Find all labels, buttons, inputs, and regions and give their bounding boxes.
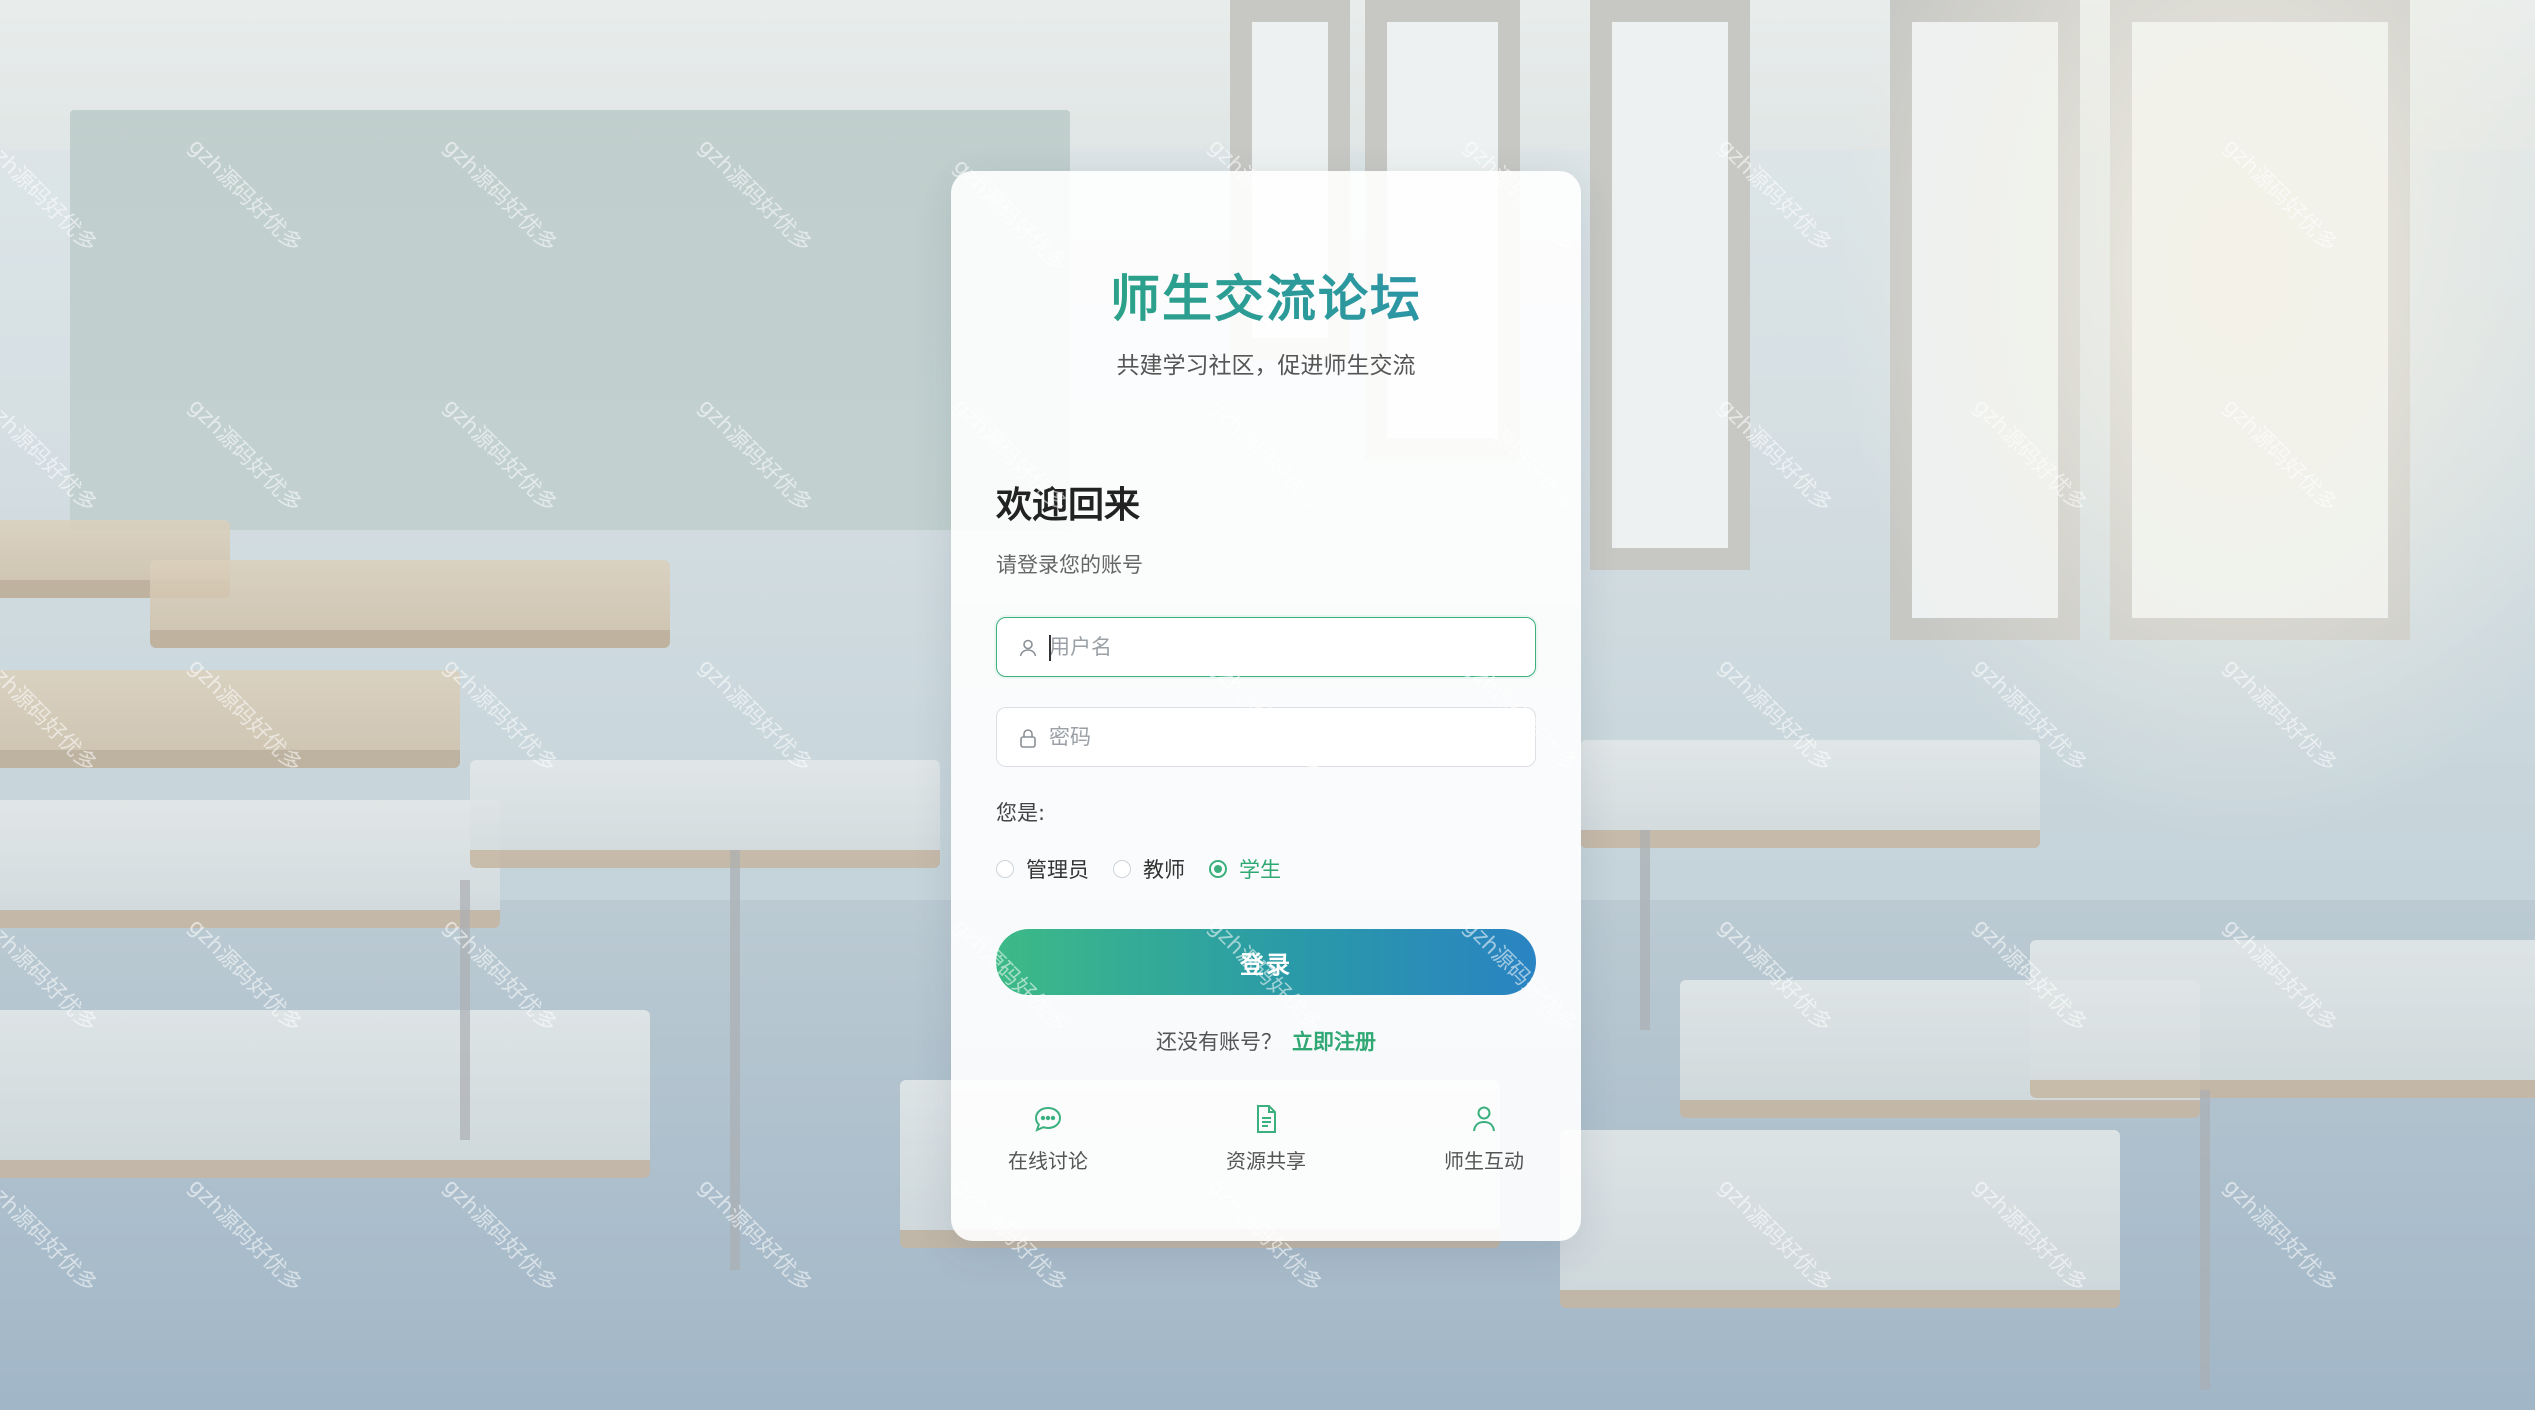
user-icon: [1017, 637, 1039, 659]
feature-list: 在线讨论 资源共享 师生互动: [951, 1103, 1581, 1203]
text-caret: [1049, 635, 1051, 661]
brand-title: 师生交流论坛: [951, 259, 1581, 331]
username-input[interactable]: [1049, 618, 1519, 676]
radio-circle-checked[interactable]: [1209, 860, 1227, 878]
welcome-subheading: 请登录您的账号: [996, 553, 1143, 577]
role-label-admin: 管理员: [1026, 858, 1089, 882]
login-card: 师生交流论坛 共建学习社区，促进师生交流 欢迎回来 请登录您的账号 用户名 您是…: [951, 171, 1581, 1241]
document-icon: [1250, 1103, 1282, 1135]
role-radio-admin[interactable]: 管理员: [996, 854, 1089, 884]
person-icon: [1468, 1103, 1500, 1135]
register-link[interactable]: 立即注册: [1292, 1030, 1376, 1054]
feature-resource-sharing: 资源共享: [1186, 1103, 1346, 1174]
role-label: 您是:: [996, 801, 1046, 825]
brand-subtitle: 共建学习社区，促进师生交流: [1116, 353, 1416, 379]
lock-icon: [1017, 727, 1039, 749]
password-field[interactable]: [996, 707, 1536, 767]
feature-teacher-student-interaction: 师生互动: [1404, 1103, 1564, 1174]
register-prompt-row: 还没有账号？ 立即注册: [951, 1026, 1581, 1056]
feature-online-discussion: 在线讨论: [968, 1103, 1128, 1174]
login-page: 师生交流论坛 共建学习社区，促进师生交流 欢迎回来 请登录您的账号 用户名 您是…: [0, 0, 2535, 1410]
login-button[interactable]: 登录: [996, 929, 1536, 995]
password-input[interactable]: [1049, 708, 1519, 766]
role-label-teacher: 教师: [1143, 858, 1185, 882]
feature-label: 师生互动: [1444, 1149, 1524, 1173]
feature-label: 资源共享: [1226, 1149, 1306, 1173]
welcome-heading: 欢迎回来: [996, 485, 1141, 526]
role-radio-group: 管理员 教师 学生: [996, 853, 1305, 885]
role-label-student: 学生: [1239, 858, 1281, 882]
role-radio-student[interactable]: 学生: [1209, 854, 1281, 884]
feature-label: 在线讨论: [1008, 1149, 1088, 1173]
register-prompt: 还没有账号？: [1156, 1030, 1282, 1054]
role-radio-teacher[interactable]: 教师: [1113, 854, 1185, 884]
username-field[interactable]: [996, 617, 1536, 677]
chat-bubble-icon: [1032, 1103, 1064, 1135]
radio-circle[interactable]: [996, 860, 1014, 878]
radio-circle[interactable]: [1113, 860, 1131, 878]
